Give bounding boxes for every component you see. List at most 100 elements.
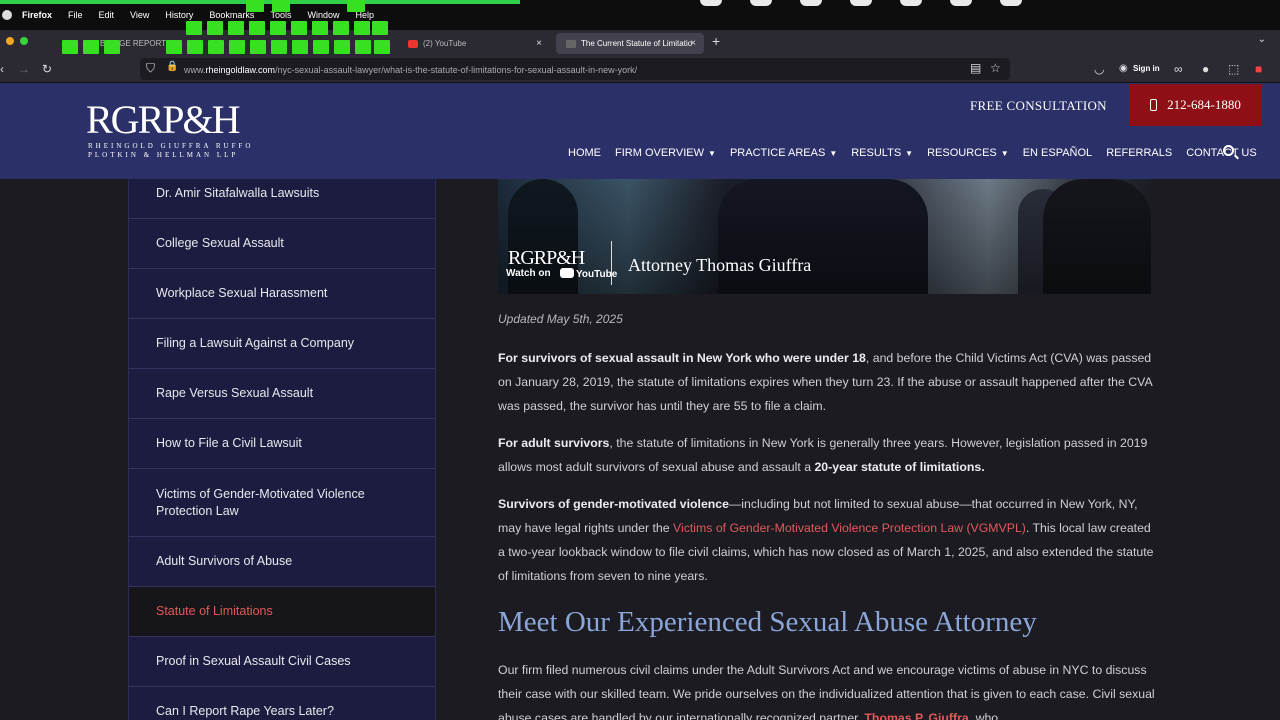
nav-home[interactable]: HOME (568, 147, 601, 159)
tab-current-page[interactable]: The Current Statute of Limitatio × (556, 33, 704, 54)
nav-practice-areas[interactable]: PRACTICE AREAS ▼ (730, 147, 837, 159)
nav-resources[interactable]: RESOURCES ▼ (927, 147, 1009, 159)
phone-button[interactable]: 212-684-1880 (1129, 84, 1262, 126)
sidebar-item-workplace[interactable]: Workplace Sexual Harassment (129, 269, 435, 319)
overlay-green-square (208, 40, 224, 54)
close-tab-icon[interactable]: × (690, 38, 696, 49)
attorney-link[interactable]: Thomas P. Giuffra (864, 711, 968, 720)
new-tab-icon[interactable]: + (712, 33, 720, 49)
sidebar-item-vgmvpl[interactable]: Victims of Gender-Motivated Violence Pro… (129, 469, 435, 537)
sidebar-item-college[interactable]: College Sexual Assault (129, 219, 435, 269)
nav-referrals[interactable]: REFERRALS (1106, 147, 1172, 159)
back-arrow-icon[interactable]: ‹ (0, 62, 4, 76)
overlay-green-square (250, 40, 266, 54)
sidebar-nav: Dr. Amir Sitafalwalla Lawsuits College S… (128, 179, 436, 720)
extension-badge-icon[interactable]: ■ (1255, 62, 1262, 76)
address-bar[interactable]: ⛉ 🔒 www.rheingoldlaw.com/nyc-sexual-assa… (140, 58, 1010, 80)
reader-view-icon[interactable]: ▤ (970, 61, 981, 75)
overlay-green-square (347, 0, 365, 12)
nav-label: REFERRALS (1106, 147, 1173, 159)
bookmark-star-icon[interactable]: ☆ (990, 61, 1001, 75)
sidebar-item-sitafalwalla[interactable]: Dr. Amir Sitafalwalla Lawsuits (129, 179, 435, 219)
sidebar-item-label: Victims of Gender-Motivated Violence Pro… (156, 486, 365, 518)
vgmvpl-link[interactable]: Victims of Gender-Motivated Violence Pro… (673, 521, 1026, 535)
updated-date: Updated May 5th, 2025 (498, 312, 623, 326)
youtube-favicon-icon (408, 39, 418, 48)
nav-label: PRACTICE AREAS (729, 147, 826, 159)
video-logo: RGRP&H (508, 247, 585, 269)
menu-view[interactable]: View (130, 10, 149, 20)
site-logo-subtitle: RHEINGOLD GIUFFRA RUFFO PLOTKIN & HELLMA… (88, 142, 254, 159)
apple-icon[interactable] (2, 10, 12, 20)
url-text[interactable]: www.rheingoldlaw.com/nyc-sexual-assault-… (184, 65, 637, 75)
tab-youtube[interactable]: (2) YouTube × (398, 33, 550, 54)
nav-label: HOME (568, 147, 601, 159)
menu-window[interactable]: Window (307, 10, 339, 20)
free-consultation-link[interactable]: FREE CONSULTATION (970, 98, 1107, 114)
nav-contact-us[interactable]: CONTACT US (1186, 147, 1257, 159)
caret-down-icon: ▼ (1000, 149, 1009, 158)
section-heading: Meet Our Experienced Sexual Abuse Attorn… (498, 606, 1037, 638)
watch-on-label[interactable]: Watch on (506, 268, 551, 279)
sidebar-item-label: How to File a Civil Lawsuit (156, 436, 302, 450)
close-tab-icon[interactable]: × (536, 38, 542, 49)
overlay-green-square (313, 40, 329, 54)
sidebar-item-report-later[interactable]: Can I Report Rape Years Later? (129, 687, 435, 720)
overlay-green-square (270, 21, 286, 35)
overlay-green-square (312, 21, 328, 35)
overlay-green-square (354, 21, 370, 35)
tab-list-chevron-icon[interactable]: ⌄ (1258, 34, 1266, 45)
paragraph-adult-survivors: For adult survivors, the statute of limi… (498, 431, 1158, 479)
overlay-green-square (229, 40, 245, 54)
lock-icon[interactable]: 🔒 (166, 61, 178, 72)
url-prefix: www. (184, 65, 206, 75)
youtube-logo[interactable]: YouTube (560, 268, 617, 280)
search-icon[interactable] (1223, 145, 1234, 156)
forward-arrow-icon[interactable]: → (18, 62, 30, 76)
site-logo[interactable]: RGRP&H (86, 100, 240, 140)
overlay-green-square (374, 40, 390, 54)
menu-history[interactable]: History (165, 10, 193, 20)
paragraph-bold: 20-year statute of limitations. (814, 460, 985, 474)
sidebar-item-label: Rape Versus Sexual Assault (156, 386, 314, 400)
extension-glasses-icon[interactable]: ∞ (1174, 62, 1183, 76)
window-zoom-icon[interactable] (20, 37, 28, 45)
phone-icon (1150, 99, 1158, 111)
sidebar-item-adult-survivors[interactable]: Adult Survivors of Abuse (129, 537, 435, 587)
url-domain: rheingoldlaw.com (205, 65, 276, 75)
nav-firm-overview[interactable]: FIRM OVERVIEW ▼ (615, 147, 716, 159)
extension-s-icon[interactable]: ● (1202, 62, 1209, 76)
sign-in-label[interactable]: Sign in (1133, 64, 1160, 73)
reload-icon[interactable]: ↻ (42, 62, 52, 76)
sidebar-item-label: College Sexual Assault (156, 236, 284, 250)
caret-down-icon: ▼ (829, 149, 838, 158)
nav-en-espanol[interactable]: EN ESPAÑOL (1023, 147, 1093, 159)
overlay-green-square (228, 21, 244, 35)
sidebar-item-proof[interactable]: Proof in Sexual Assault Civil Cases (129, 637, 435, 687)
extensions-puzzle-icon[interactable]: ⬚ (1228, 62, 1239, 76)
nav-results[interactable]: RESULTS ▼ (851, 147, 913, 159)
window-minimize-icon[interactable] (6, 37, 14, 45)
tab-label: The Current Statute of Limitatio (581, 39, 693, 48)
caret-down-icon: ▼ (905, 149, 914, 158)
sidebar-item-rape-vs-assault[interactable]: Rape Versus Sexual Assault (129, 369, 435, 419)
nav-label: EN ESPAÑOL (1022, 147, 1093, 159)
pocket-icon[interactable]: ◡ (1094, 62, 1104, 76)
sidebar-item-company-lawsuit[interactable]: Filing a Lawsuit Against a Company (129, 319, 435, 369)
sidebar-item-label: Statute of Limitations (156, 604, 273, 618)
menu-edit[interactable]: Edit (99, 10, 115, 20)
url-path: /nyc-sexual-assault-lawyer/what-is-the-s… (275, 65, 638, 75)
page-favicon-icon (566, 39, 576, 48)
sidebar-item-label: Dr. Amir Sitafalwalla Lawsuits (156, 186, 320, 200)
sidebar-item-statute-of-limitations[interactable]: Statute of Limitations (129, 587, 435, 637)
overlay-green-square (249, 21, 265, 35)
overlay-green-square (246, 0, 264, 12)
account-icon[interactable]: ◉ (1119, 63, 1128, 74)
overlay-green-square (272, 0, 290, 12)
menu-firefox[interactable]: Firefox (22, 10, 52, 20)
shield-icon[interactable]: ⛉ (146, 61, 155, 76)
overlay-white-shapes (700, 0, 1022, 6)
video-player[interactable]: RGRP&H Attorney Thomas Giuffra Watch on … (498, 179, 1151, 294)
menu-file[interactable]: File (68, 10, 83, 20)
sidebar-item-civil-lawsuit[interactable]: How to File a Civil Lawsuit (129, 419, 435, 469)
